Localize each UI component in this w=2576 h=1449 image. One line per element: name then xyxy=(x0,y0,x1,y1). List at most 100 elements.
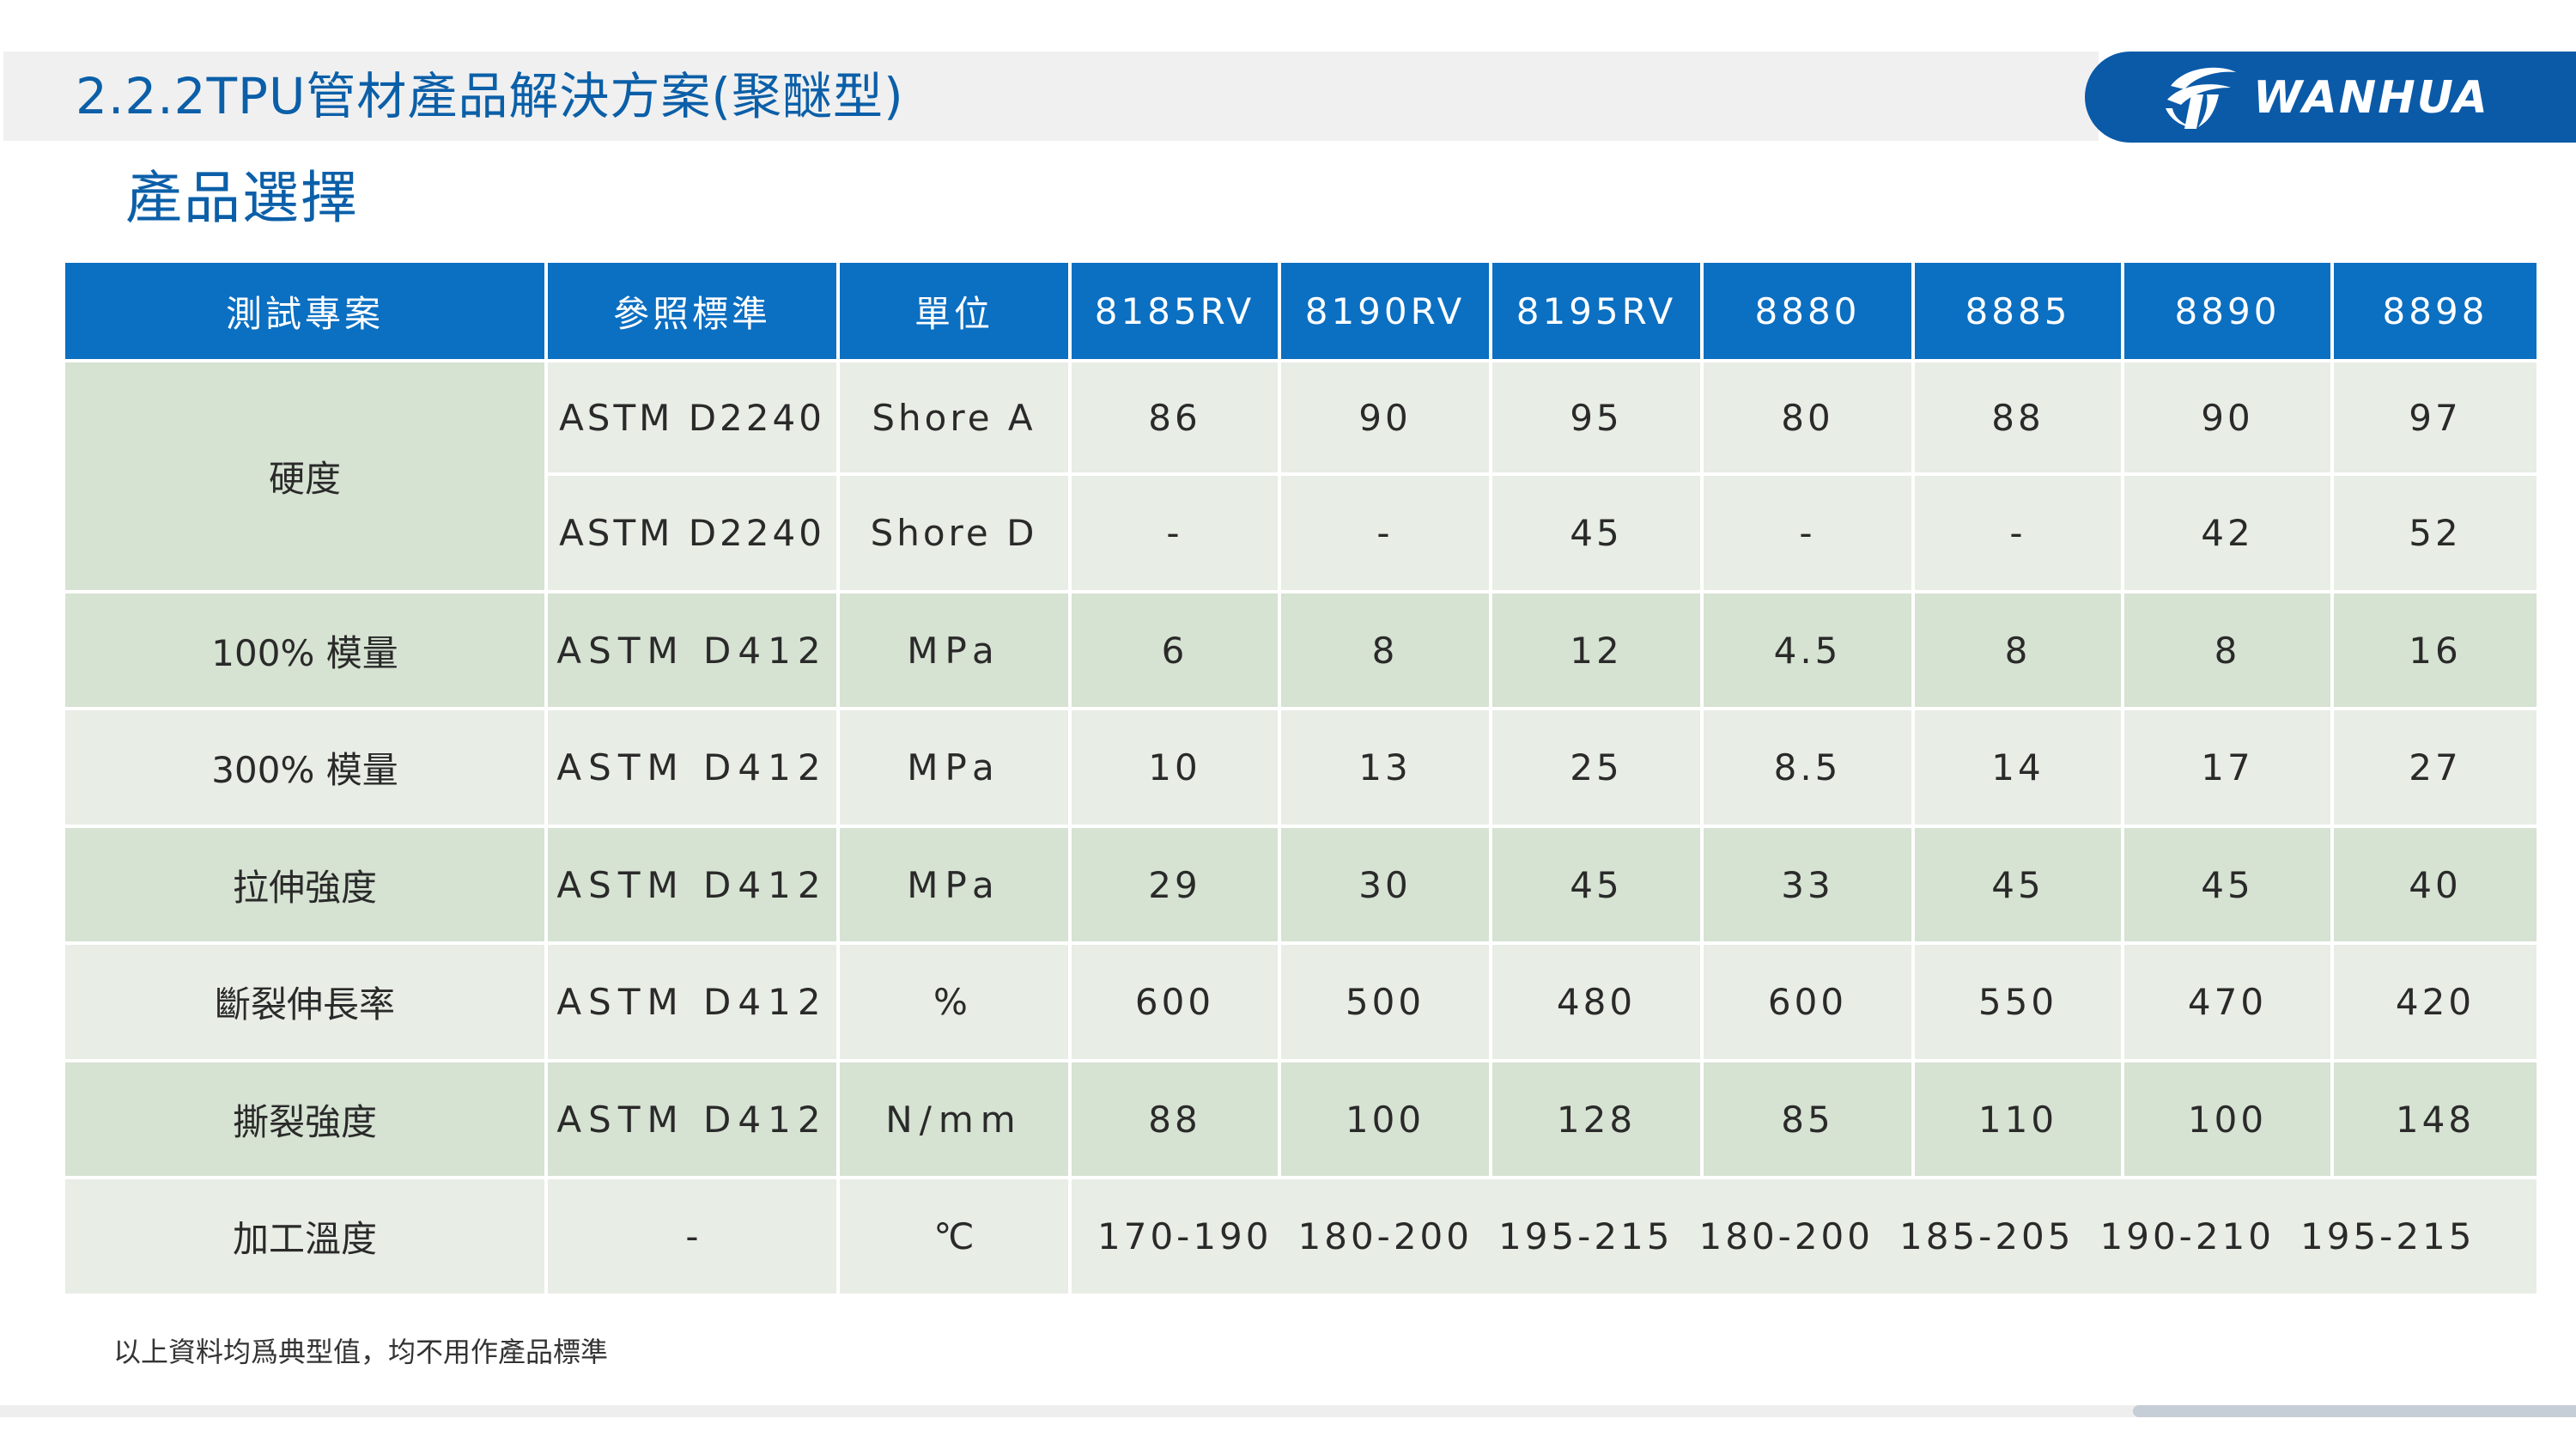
cell-value: 52 xyxy=(2330,472,2540,594)
cell-value: - xyxy=(1278,472,1492,594)
cell-unit: N/mm xyxy=(836,1058,1072,1180)
row-label-hardness: 硬度 xyxy=(62,359,548,594)
cell-standard: ASTM D412 xyxy=(544,824,840,946)
cell-standard: - xyxy=(544,1176,840,1297)
cell-value: 500 xyxy=(1278,941,1492,1062)
cell-value: - xyxy=(1911,472,2124,594)
cell-value: 13 xyxy=(1278,707,1492,828)
cell-value: 110 xyxy=(1911,1058,2124,1180)
cell-value: 8.5 xyxy=(1700,707,1915,828)
temp-value: 185-205 xyxy=(1899,1215,2075,1258)
cell-value: 600 xyxy=(1068,941,1281,1062)
table-row-hardness-shore-a: 硬度 ASTM D2240 Shore A 86 90 95 80 88 90 … xyxy=(62,358,2540,594)
cell-value: 470 xyxy=(2121,941,2334,1062)
col-header-unit: 單位 xyxy=(836,259,1072,362)
cell-value: - xyxy=(1068,472,1281,594)
cell-value: 550 xyxy=(1911,941,2124,1062)
cell-value: 42 xyxy=(2121,472,2334,594)
cell-value: 12 xyxy=(1489,589,1704,711)
cell-value: 148 xyxy=(2330,1058,2540,1180)
table-row-elongation: 斷裂伸長率 ASTM D412 % 600 500 480 600 550 47… xyxy=(62,941,2540,1062)
product-spec-table: 測試專案 參照標準 單位 8185RV 8190RV 8195RV 8880 8… xyxy=(62,259,2540,1297)
row-label: 拉伸強度 xyxy=(62,824,548,946)
col-header-8898: 8898 xyxy=(2330,259,2540,362)
col-header-8890: 8890 xyxy=(2121,259,2334,362)
cell-value: 45 xyxy=(1489,472,1704,594)
col-header-8185rv: 8185RV xyxy=(1068,259,1281,362)
col-header-test-item: 測試專案 xyxy=(62,259,548,362)
row-label: 撕裂強度 xyxy=(62,1058,548,1180)
cell-value: 8 xyxy=(1278,589,1492,711)
temp-value: 190-210 xyxy=(2099,1215,2275,1258)
cell-value: 4.5 xyxy=(1700,589,1915,711)
processing-temps-line: 170-190 180-200 195-215 180-200 185-205 … xyxy=(1097,1179,2501,1294)
cell-value: 80 xyxy=(1700,358,1915,477)
logo-text: WANHUA xyxy=(2253,72,2489,124)
cell-value: 480 xyxy=(1489,941,1704,1062)
footnote: 以上資料均爲典型值，均不用作產品標準 xyxy=(113,1336,609,1368)
table-row-modulus-300: 300% 模量 ASTM D412 MPa 10 13 25 8.5 14 17… xyxy=(62,707,2540,828)
cell-value: 97 xyxy=(2330,358,2540,477)
cell-value: - xyxy=(1700,472,1915,594)
row-label: 100% 模量 xyxy=(62,589,548,711)
cell-unit: Shore A xyxy=(836,358,1072,477)
cell-value: 600 xyxy=(1700,941,1915,1062)
cell-standard: ASTM D2240 xyxy=(544,358,840,477)
cell-unit: MPa xyxy=(836,589,1072,711)
cell-value: 45 xyxy=(1911,824,2124,946)
processing-temps-cell: 170-190 180-200 195-215 180-200 185-205 … xyxy=(1068,1176,2540,1297)
cell-value: 128 xyxy=(1489,1058,1704,1180)
cell-value: 17 xyxy=(2121,707,2334,828)
cell-value: 40 xyxy=(2330,824,2540,946)
table-row-processing-temp: 加工溫度 - ℃ 170-190 180-200 195-215 180-200… xyxy=(62,1176,2540,1297)
cell-value: 27 xyxy=(2330,707,2540,828)
table-row-tear-strength: 撕裂強度 ASTM D412 N/mm 88 100 128 85 110 10… xyxy=(62,1058,2540,1180)
cell-value: 100 xyxy=(1278,1058,1492,1180)
cell-value: 29 xyxy=(1068,824,1281,946)
temp-value: 180-200 xyxy=(1297,1215,1473,1258)
cell-standard: ASTM D412 xyxy=(544,589,840,711)
cell-unit: ℃ xyxy=(836,1176,1072,1297)
cell-value: 420 xyxy=(2330,941,2540,1062)
table-row-tensile-strength: 拉伸強度 ASTM D412 MPa 29 30 45 33 45 45 40 xyxy=(62,824,2540,946)
cell-value: 16 xyxy=(2330,589,2540,711)
cell-standard: ASTM D412 xyxy=(544,1058,840,1180)
cell-value: 45 xyxy=(2121,824,2334,946)
cell-value: 8 xyxy=(2121,589,2334,711)
cell-unit: % xyxy=(836,941,1072,1062)
cell-standard: ASTM D2240 xyxy=(544,472,840,594)
cell-value: 88 xyxy=(1911,358,2124,477)
cell-value: 95 xyxy=(1489,358,1704,477)
cell-value: 14 xyxy=(1911,707,2124,828)
row-label: 加工溫度 xyxy=(62,1176,548,1297)
row-label: 斷裂伸長率 xyxy=(62,941,548,1062)
temp-value: 180-200 xyxy=(1698,1215,1874,1258)
cell-value: 8 xyxy=(1911,589,2124,711)
cell-unit: Shore D xyxy=(836,472,1072,594)
col-header-8880: 8880 xyxy=(1700,259,1915,362)
cell-standard: ASTM D412 xyxy=(544,941,840,1062)
cell-value: 30 xyxy=(1278,824,1492,946)
cell-value: 6 xyxy=(1068,589,1281,711)
cell-value: 100 xyxy=(2121,1058,2334,1180)
cell-value: 45 xyxy=(1489,824,1704,946)
cell-value: 90 xyxy=(1278,358,1492,477)
cell-value: 25 xyxy=(1489,707,1704,828)
cell-value: 85 xyxy=(1700,1058,1915,1180)
cell-value: 10 xyxy=(1068,707,1281,828)
cell-value: 88 xyxy=(1068,1058,1281,1180)
cell-unit: MPa xyxy=(836,824,1072,946)
table-header-row: 測試專案 參照標準 單位 8185RV 8190RV 8195RV 8880 8… xyxy=(62,259,2540,362)
section-subtitle: 產品選擇 xyxy=(125,165,359,231)
table-row-modulus-100: 100% 模量 ASTM D412 MPa 6 8 12 4.5 8 8 16 xyxy=(62,589,2540,711)
slide-title: 2.2.2TPU管材產品解決方案(聚醚型) xyxy=(76,67,904,125)
cell-value: 33 xyxy=(1700,824,1915,946)
col-header-8885: 8885 xyxy=(1911,259,2124,362)
col-header-8195rv: 8195RV xyxy=(1489,259,1704,362)
col-header-8190rv: 8190RV xyxy=(1278,259,1492,362)
temp-value: 195-215 xyxy=(1498,1215,1674,1258)
cell-value: 86 xyxy=(1068,358,1281,477)
wanhua-logo: WANHUA xyxy=(2085,52,2576,143)
col-header-standard: 參照標準 xyxy=(544,259,840,362)
cell-unit: MPa xyxy=(836,707,1072,828)
